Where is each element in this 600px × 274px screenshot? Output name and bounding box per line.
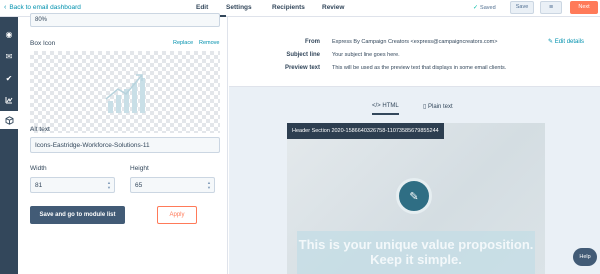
- apply-button[interactable]: Apply: [157, 206, 197, 224]
- check-icon[interactable]: ✔: [0, 69, 18, 87]
- tab-settings[interactable]: Settings: [226, 0, 272, 17]
- analytics-icon[interactable]: [0, 91, 18, 109]
- height-input[interactable]: 65 ▲ ▼: [130, 177, 215, 193]
- from-value: Express By Campaign Creators <express@ca…: [332, 39, 498, 45]
- height-label: Height: [130, 165, 149, 172]
- saved-status: ✓ Saved: [473, 4, 496, 12]
- chevron-left-icon: ‹: [4, 4, 7, 11]
- help-button[interactable]: Help: [573, 248, 597, 266]
- saved-label: Saved: [480, 4, 496, 11]
- check-icon: ✓: [473, 5, 479, 11]
- cube-icon[interactable]: [0, 111, 18, 129]
- save-and-go-to-module-list-button[interactable]: Save and go to module list: [30, 206, 125, 224]
- value-proposition-text[interactable]: This is your unique value proposition. K…: [297, 237, 535, 267]
- subject-value: Your subject line goes here.: [332, 52, 400, 58]
- size-field[interactable]: 80%: [30, 13, 220, 27]
- envelope-icon[interactable]: ✉: [0, 47, 18, 65]
- section-label-tooltip: Header Section 2020-1586640326758-110735…: [287, 123, 444, 139]
- back-link-label: Back to email dashboard: [9, 4, 81, 11]
- icon-image-preview[interactable]: [30, 51, 220, 133]
- pencil-edit-icon[interactable]: ✎: [396, 178, 432, 214]
- height-value: 65: [135, 182, 143, 189]
- editor-tabs: Edit Settings Recipients Review: [196, 0, 358, 17]
- edit-details-label: Edit details: [554, 39, 585, 45]
- preview-text-value: This will be used as the preview text th…: [332, 65, 507, 71]
- left-rail: ◉ ✉ ✔: [0, 17, 18, 274]
- box-icon-label: Box Icon: [30, 40, 56, 47]
- preview-tabs: </> HTML ▯ Plain text: [229, 99, 600, 117]
- tab-plain-text-label: Plain text: [427, 104, 453, 110]
- back-to-dashboard-link[interactable]: ‹ Back to email dashboard: [4, 4, 81, 11]
- tab-html[interactable]: </> HTML: [372, 103, 399, 115]
- alt-text-label: Alt text: [30, 126, 50, 133]
- next-button[interactable]: Next: [570, 1, 598, 14]
- tab-plain-text[interactable]: ▯ Plain text: [423, 103, 453, 110]
- stepper-icon[interactable]: ▲ ▼: [206, 180, 212, 190]
- stepper-icon[interactable]: ▲ ▼: [106, 180, 112, 190]
- tab-recipients[interactable]: Recipients: [272, 0, 322, 17]
- growth-chart-icon: [105, 74, 145, 113]
- tab-html-label: HTML: [382, 103, 399, 109]
- tab-review[interactable]: Review: [322, 0, 358, 17]
- menu-button[interactable]: ≡: [540, 1, 562, 14]
- width-input[interactable]: 81 ▲ ▼: [30, 177, 115, 193]
- preview-text-label: Preview text: [284, 65, 320, 71]
- module-settings-panel: 80% Box Icon Replace Remove Alt text Ico…: [18, 13, 228, 274]
- subject-label: Subject line: [286, 52, 320, 58]
- alt-text-input[interactable]: Icons-Eastridge-Workforce-Solutions-11: [30, 137, 220, 153]
- save-button[interactable]: Save: [510, 1, 534, 14]
- email-body-preview[interactable]: Header Section 2020-1586640326758-110735…: [287, 123, 545, 274]
- email-preview-area: From Express By Campaign Creators <expre…: [229, 17, 600, 274]
- width-label: Width: [30, 165, 47, 172]
- document-icon: ▯: [423, 104, 427, 110]
- width-value: 81: [35, 182, 43, 189]
- code-icon: </>: [372, 103, 381, 109]
- from-label: From: [305, 39, 320, 45]
- eye-icon[interactable]: ◉: [0, 25, 18, 43]
- replace-link[interactable]: Replace: [173, 40, 193, 46]
- remove-link[interactable]: Remove: [199, 40, 219, 46]
- edit-details-link[interactable]: ✎ Edit details: [548, 38, 584, 45]
- pencil-icon: ✎: [548, 39, 554, 45]
- email-header-details: From Express By Campaign Creators <expre…: [229, 17, 600, 87]
